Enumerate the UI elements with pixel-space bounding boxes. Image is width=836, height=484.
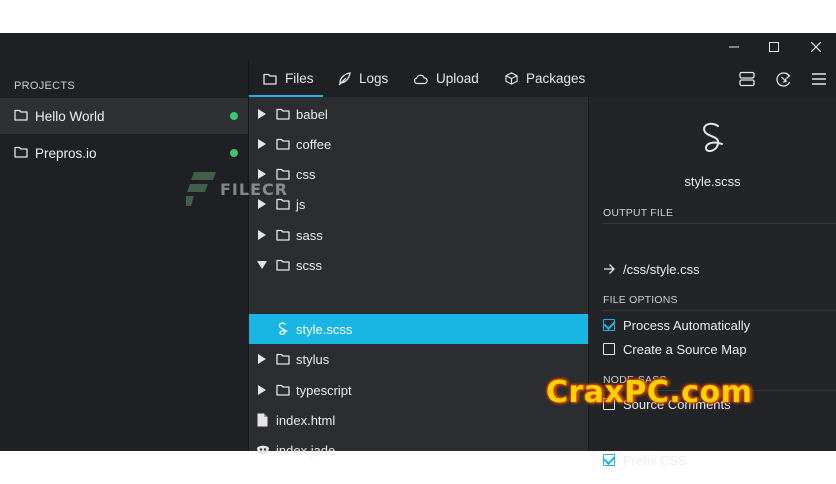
collapse-arrow-icon xyxy=(257,261,267,269)
output-path: /css/style.css xyxy=(623,261,700,277)
file-name: index.html xyxy=(276,412,336,428)
tab-files[interactable]: Files xyxy=(249,60,323,97)
folder-icon xyxy=(276,353,290,365)
folder-icon xyxy=(276,138,290,150)
tab-label: Upload xyxy=(436,71,479,86)
window-titlebar xyxy=(0,33,836,60)
filecr-watermark-text: FILECR xyxy=(220,179,289,199)
file-name: coffee xyxy=(296,136,332,152)
arrow-right-icon xyxy=(604,264,615,274)
file-tree-item-style-scss[interactable]: style.scss xyxy=(249,314,588,344)
folder-icon xyxy=(276,108,290,120)
file-tree-item-typescript[interactable]: typescript xyxy=(249,375,588,405)
feather-icon xyxy=(338,71,351,85)
file-name: js xyxy=(296,196,306,212)
project-item-prepros-io[interactable]: Prepros.io xyxy=(0,135,248,171)
menu-icon xyxy=(812,73,826,85)
menu-button[interactable] xyxy=(808,68,830,90)
sass-icon xyxy=(703,122,723,153)
checkbox-unchecked xyxy=(603,343,615,355)
file-tree-item-sass[interactable]: sass xyxy=(249,220,588,250)
server-icon xyxy=(739,71,755,87)
server-button[interactable] xyxy=(736,68,758,90)
file-name: style.scss xyxy=(296,321,353,337)
projects-heading: PROJECTS xyxy=(14,80,76,92)
file-name: scss xyxy=(296,257,322,273)
expand-arrow-icon xyxy=(258,109,266,119)
html-file-icon xyxy=(257,413,268,427)
file-name: index.jade xyxy=(276,442,336,458)
file-name: sass xyxy=(296,227,323,243)
filecr-watermark: FILECR xyxy=(186,172,288,206)
filecr-logo-icon xyxy=(186,172,216,206)
minimize-icon xyxy=(729,46,739,48)
maximize-icon xyxy=(769,42,779,52)
file-tree-item-babel[interactable]: babel xyxy=(249,99,588,129)
tab-label: Files xyxy=(285,71,314,86)
expand-arrow-icon xyxy=(258,354,266,364)
expand-arrow-icon xyxy=(258,385,266,395)
file-tree-item-coffee[interactable]: coffee xyxy=(249,129,588,159)
status-dot xyxy=(230,149,238,157)
tab-packages[interactable]: Packages xyxy=(505,60,585,97)
cloud-icon xyxy=(413,74,428,84)
file-name: babel xyxy=(296,106,328,122)
process-automatically-checkbox[interactable]: Process Automatically xyxy=(603,316,750,334)
main-toolbar: Files Logs Upload Packages xyxy=(249,60,836,97)
option-label: Prefix CSS xyxy=(623,452,687,468)
output-file-heading: OUTPUT FILE xyxy=(603,207,674,219)
folder-icon xyxy=(14,146,28,158)
tab-label: Logs xyxy=(359,71,389,86)
jade-file-icon xyxy=(257,445,269,455)
source-map-checkbox[interactable]: Create a Source Map xyxy=(603,340,747,358)
tab-upload[interactable]: Upload xyxy=(413,60,479,97)
output-path-link[interactable]: /css/style.css xyxy=(603,260,700,278)
option-label: Create a Source Map xyxy=(623,341,747,357)
divider xyxy=(603,223,836,224)
maximize-button[interactable] xyxy=(760,36,788,58)
file-tree-item-stylus[interactable]: stylus xyxy=(249,344,588,374)
close-icon xyxy=(811,42,821,52)
browser-sync-icon xyxy=(775,71,791,87)
expand-arrow-icon xyxy=(258,230,266,240)
file-tree-item-scss[interactable]: scss xyxy=(249,250,588,280)
craxpc-watermark: CraxPC.com xyxy=(546,375,753,410)
browser-sync-button[interactable] xyxy=(772,68,794,90)
file-tree-item-index-html[interactable]: index.html xyxy=(249,405,588,435)
project-name: Hello World xyxy=(35,108,105,124)
folder-icon xyxy=(14,109,28,121)
checkbox-checked xyxy=(603,454,615,466)
file-tree-item-css[interactable]: css xyxy=(249,159,588,189)
tab-logs[interactable]: Logs xyxy=(337,60,388,97)
folder-icon xyxy=(276,229,290,241)
file-name: stylus xyxy=(296,351,330,367)
sass-icon xyxy=(278,322,288,335)
folder-icon xyxy=(263,73,277,85)
file-options-heading: FILE OPTIONS xyxy=(603,294,678,306)
project-item-hello-world[interactable]: Hello World xyxy=(0,98,248,134)
folder-icon xyxy=(276,384,290,396)
divider xyxy=(603,310,836,311)
project-name: Prepros.io xyxy=(35,145,97,161)
folder-icon xyxy=(276,259,290,271)
file-tree: babel coffee css js sass scss style.scss… xyxy=(249,97,588,458)
status-dot xyxy=(230,112,238,120)
file-name: typescript xyxy=(296,382,352,398)
tab-label: Packages xyxy=(526,71,586,86)
prefix-css-checkbox[interactable]: Prefix CSS xyxy=(603,451,687,469)
file-tree-item-index-jade[interactable]: index.jade xyxy=(249,435,588,465)
box-icon xyxy=(505,72,518,85)
close-button[interactable] xyxy=(802,36,830,58)
checkbox-checked xyxy=(603,319,615,331)
file-tree-item-js[interactable]: js xyxy=(249,189,588,219)
selected-file-name: style.scss xyxy=(684,174,741,189)
expand-arrow-icon xyxy=(258,139,266,149)
minimize-button[interactable] xyxy=(720,36,748,58)
projects-sidebar: PROJECTS Hello World Prepros.io xyxy=(0,60,249,451)
option-label: Process Automatically xyxy=(623,317,751,333)
file-name: css xyxy=(296,166,316,182)
